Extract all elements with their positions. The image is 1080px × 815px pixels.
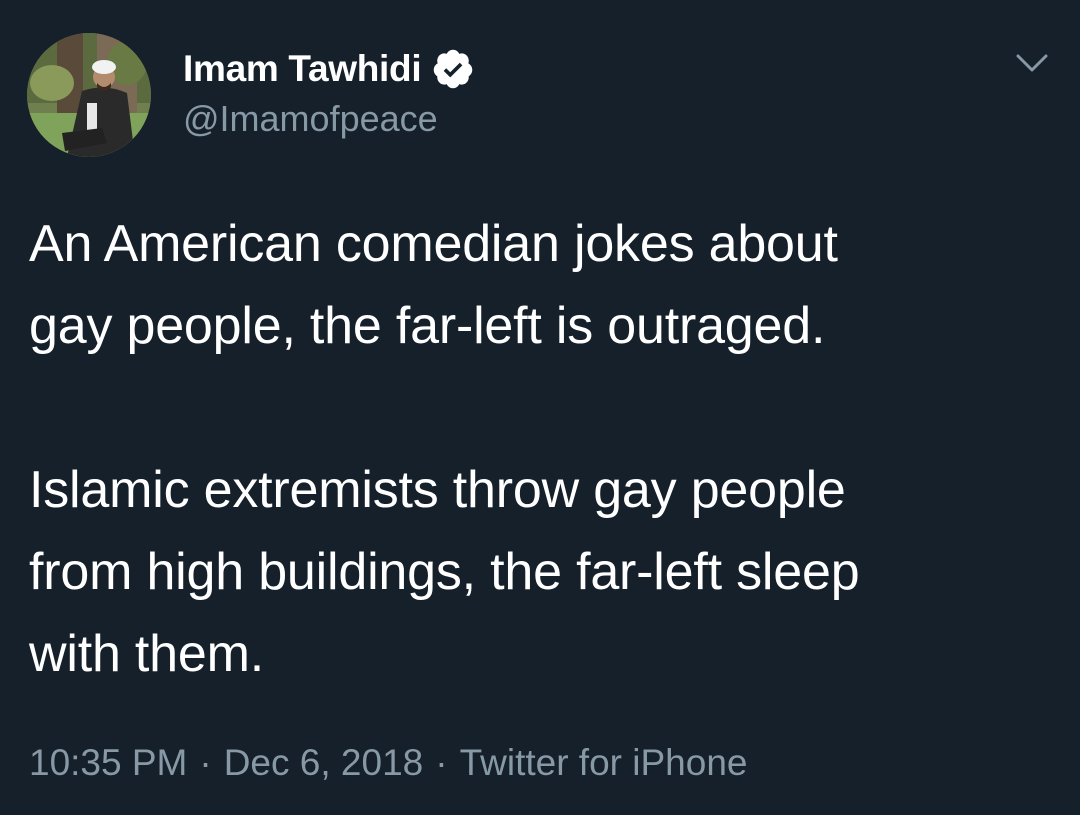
display-name[interactable]: Imam Tawhidi: [183, 48, 422, 90]
tweet-text-line: An American comedian jokes about: [29, 215, 838, 273]
tweet-card: Imam Tawhidi @Imamofpeace An American co…: [0, 0, 1080, 815]
tweet-text-line: gay people, the far-left is outraged.: [29, 297, 826, 355]
avatar[interactable]: [27, 33, 151, 157]
avatar-photo: [27, 33, 151, 157]
tweet-time[interactable]: 10:35 PM: [29, 742, 187, 784]
tweet-source[interactable]: Twitter for iPhone: [460, 742, 748, 784]
meta-separator: ·: [435, 742, 448, 783]
meta-separator: ·: [199, 742, 212, 783]
author-handle[interactable]: @Imamofpeace: [183, 98, 438, 140]
tweet-meta: 10:35 PM · Dec 6, 2018 · Twitter for iPh…: [29, 742, 747, 784]
verified-badge-icon: [431, 47, 475, 91]
tweet-date[interactable]: Dec 6, 2018: [224, 742, 424, 784]
tweet-text: An American comedian jokes about gay peo…: [29, 203, 1069, 695]
tweet-text-line: with them.: [29, 625, 264, 683]
tweet-text-line: from high buildings, the far-left sleep: [29, 543, 860, 601]
author-name-row[interactable]: Imam Tawhidi: [183, 44, 475, 94]
tweet-text-line: Islamic extremists throw gay people: [29, 461, 846, 519]
chevron-down-icon[interactable]: [1012, 48, 1052, 78]
